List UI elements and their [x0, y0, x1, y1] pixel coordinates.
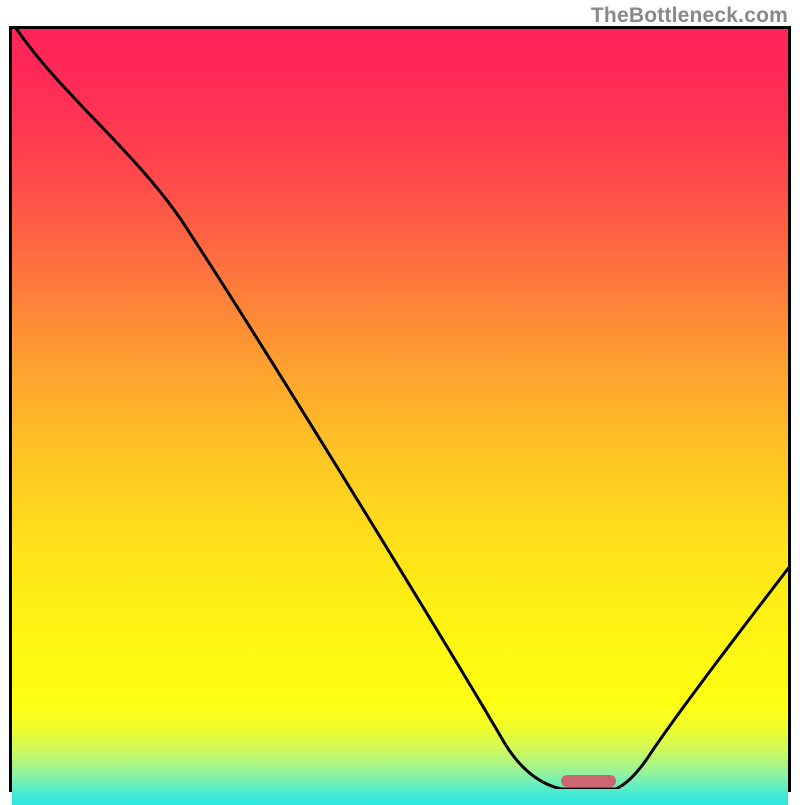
- watermark-text: TheBottleneck.com: [591, 4, 788, 28]
- bottleneck-curve: [12, 29, 788, 789]
- chart-frame: [9, 26, 791, 792]
